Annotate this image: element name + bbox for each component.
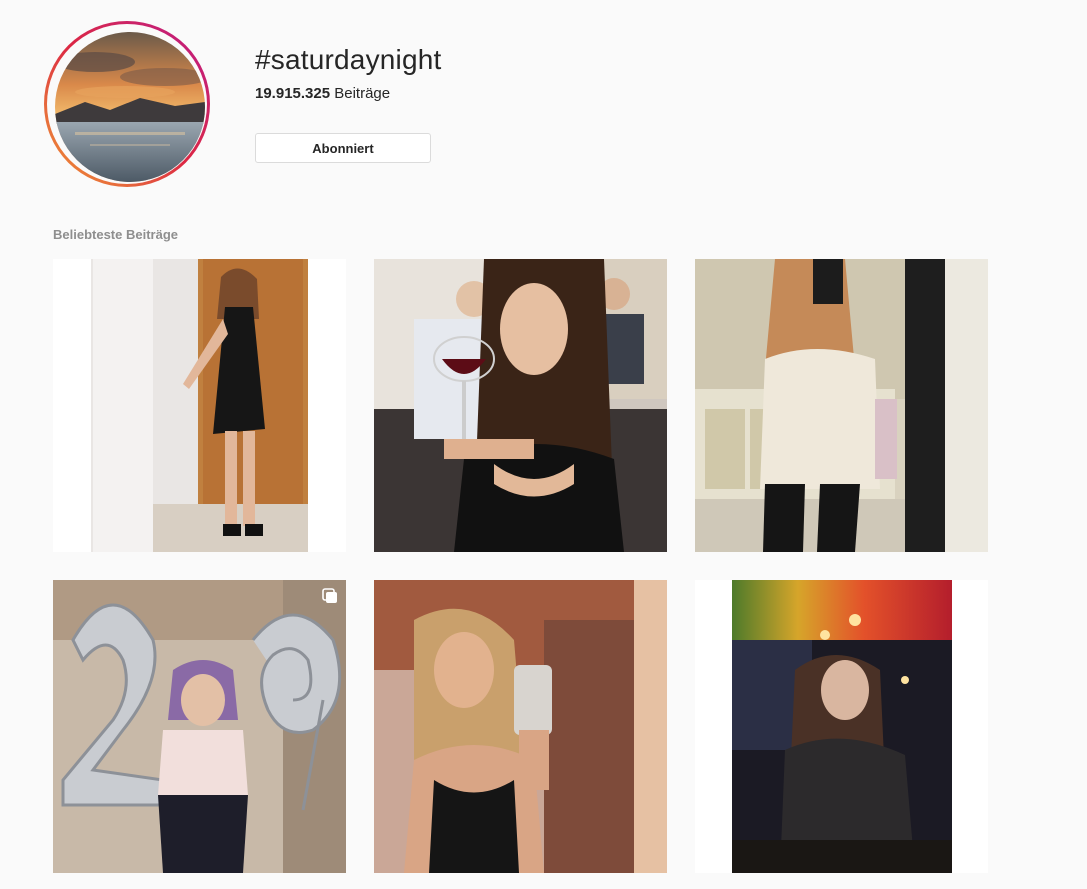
post-count: 19.915.325 Beiträge <box>255 85 390 102</box>
top-posts-heading: Beliebteste Beiträge <box>53 227 178 242</box>
post-tile-5[interactable] <box>374 580 667 873</box>
post-tile-4[interactable] <box>53 580 346 873</box>
hashtag-page: #saturdaynight 19.915.325 Beiträge Abonn… <box>0 0 1087 889</box>
post-count-label: Beiträge <box>334 85 391 102</box>
hashtag-avatar-ring <box>44 21 210 187</box>
post-count-number: 19.915.325 <box>255 85 331 102</box>
carousel-icon <box>322 267 337 282</box>
hashtag-title: #saturdaynight <box>255 44 442 75</box>
post-tile-6[interactable] <box>695 580 988 873</box>
post-tile-2[interactable] <box>374 259 667 552</box>
carousel-icon <box>322 588 337 603</box>
hashtag-avatar-image <box>55 32 205 182</box>
follow-button[interactable]: Abonniert <box>255 133 431 163</box>
post-tile-1[interactable] <box>53 259 346 552</box>
post-tile-3[interactable] <box>695 259 988 552</box>
